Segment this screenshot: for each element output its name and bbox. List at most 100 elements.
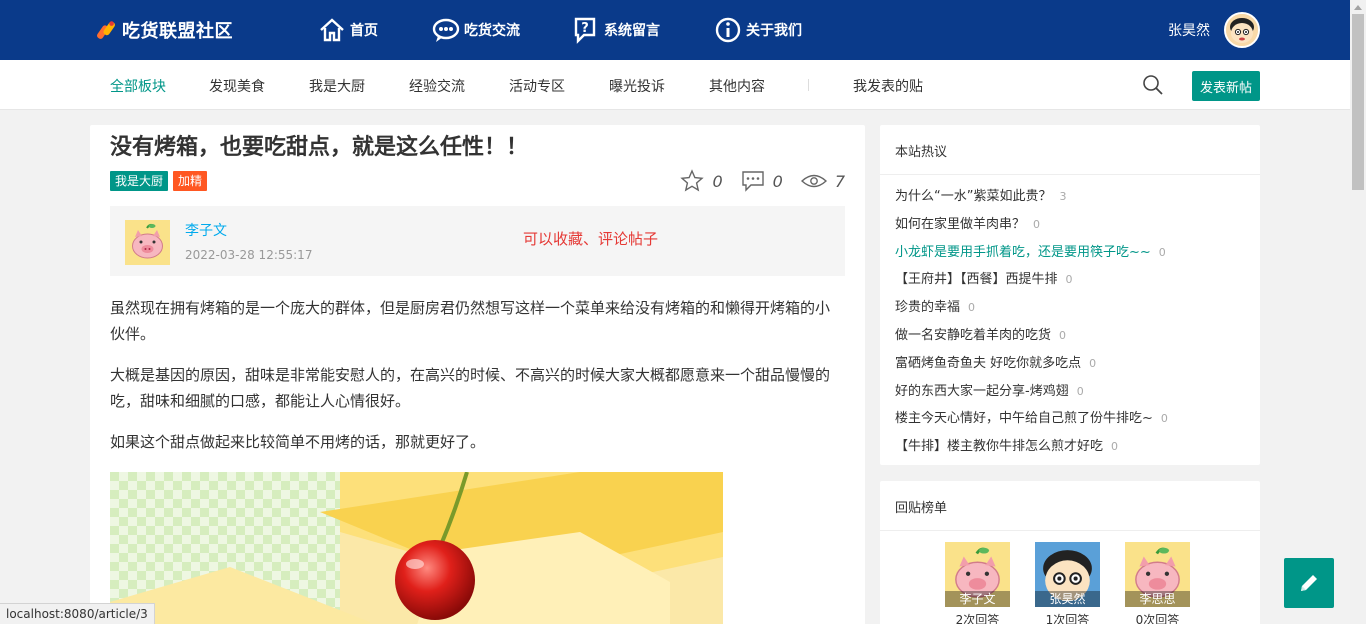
hot-topics-title: 本站热议 — [895, 145, 948, 160]
user-avatar[interactable] — [1224, 12, 1260, 48]
rank-user[interactable]: 李子文 2次回答 — [945, 542, 1010, 624]
hot-topic-item[interactable]: 好的东西大家一起分享-烤鸡翅 0 — [895, 380, 1084, 399]
logo-text: 吃货联盟社区 — [122, 21, 233, 42]
post-card: 没有烤箱，也要吃甜点，就是这么任性！！ 我是大厨 加精 0 0 7 李子文 20… — [90, 125, 865, 624]
rank-user-name: 张昊然 — [1035, 591, 1100, 607]
floating-edit-button[interactable] — [1284, 558, 1334, 608]
hot-topic-count: 0 — [1160, 412, 1168, 426]
nav-home-label: 首页 — [350, 23, 378, 39]
rank-user-name: 李思思 — [1125, 591, 1190, 607]
hot-topic-item[interactable]: 如何在家里做羊肉串？ 0 — [895, 213, 1040, 232]
site-logo[interactable]: 吃货联盟社区 — [96, 16, 233, 44]
hot-topic-count: 3 — [1059, 190, 1067, 203]
avatar: 李思思 — [1125, 542, 1190, 607]
nav-system-message[interactable]: ? 系统留言 — [572, 14, 660, 46]
rank-reply-count: 1次回答 — [1045, 613, 1090, 624]
hot-topic-title: 好的东西大家一起分享-烤鸡翅 — [895, 383, 1069, 399]
hot-topic-count: 0 — [1076, 384, 1084, 398]
view-count: 7 — [834, 171, 845, 191]
message-question-icon: ? — [574, 17, 596, 44]
nav-home[interactable]: 首页 — [318, 14, 378, 46]
tab-divider — [808, 79, 809, 91]
star-icon — [680, 169, 705, 192]
hot-topic-item[interactable]: 小龙虾是要用手抓着吃，还是要用筷子吃~~ 0 — [895, 241, 1166, 260]
nav-system-message-label: 系统留言 — [604, 23, 660, 39]
hot-topics-card: 本站热议 为什么“一水”紫菜如此贵？ 3 如何在家里做羊肉串？ 0 小龙虾是要用手抓着吃… — [880, 125, 1260, 465]
post-stats: 0 0 7 — [662, 169, 845, 193]
tab-all-boards[interactable]: 全部板块 — [110, 76, 166, 96]
cherry-cheese-illustration — [110, 472, 723, 624]
post-time: 2022-03-28 12:55:17 — [185, 248, 313, 262]
rank-reply-count: 0次回答 — [1135, 613, 1180, 624]
paragraph: 虽然现在拥有烤箱的是一个庞大的群体，但是厨房君仍然想写这样一个菜单来给没有烤箱的… — [110, 299, 831, 343]
scroll-up-icon[interactable] — [1354, 5, 1362, 10]
home-icon — [320, 18, 344, 42]
hot-topic-item[interactable]: 楼主今天心情好，中午给自己煎了份牛排吃~ 0 — [895, 407, 1168, 426]
paragraph: 大概是基因的原因，甜味是非常能安慰人的，在高兴的时候、不高兴的时候大家大概都愿意… — [110, 366, 831, 410]
tab-events[interactable]: 活动专区 — [509, 76, 565, 96]
cartoon-boy-avatar — [1226, 14, 1258, 46]
post-title: 没有烤箱，也要吃甜点，就是这么任性！！ — [110, 135, 529, 160]
post-image-cherry-cheese — [110, 472, 723, 624]
reply-ranking-card: 回贴榜单 李子文 2次回答 张昊然 1次回答 李思思 0次回答 — [880, 481, 1260, 624]
rank-user[interactable]: 李思思 0次回答 — [1125, 542, 1190, 624]
nav-foodie-chat[interactable]: 吃货交流 — [432, 14, 520, 46]
hot-topic-count: 0 — [968, 301, 976, 315]
avatar: 李子文 — [945, 542, 1010, 607]
pencil-icon — [1301, 575, 1317, 591]
hot-topic-item[interactable]: 珍贵的幸福 0 — [895, 296, 975, 315]
author-info: 李子文 2022-03-28 12:55:17 可以收藏、评论帖子 — [110, 206, 845, 276]
hot-topic-title: 【牛排】楼主教你牛排怎么煎才好吃 — [895, 439, 1104, 455]
nav-about-us-label: 关于我们 — [746, 23, 802, 39]
reply-ranking-title: 回贴榜单 — [895, 501, 948, 516]
tag-category[interactable]: 我是大厨 — [110, 171, 169, 191]
top-navbar: 吃货联盟社区 首页 吃货交流 ? 系统留言 关于我们 张昊然 — [0, 0, 1350, 60]
scrollbar-thumb[interactable] — [1352, 14, 1364, 190]
logo-icon — [97, 21, 115, 39]
nav-about-us[interactable]: 关于我们 — [714, 14, 802, 46]
hot-topic-title: 珍贵的幸福 — [895, 300, 961, 316]
hot-topic-title: 富硒烤鱼奇鱼夫 好吃你就多吃点 — [895, 355, 1082, 371]
avatar: 张昊然 — [1035, 542, 1100, 607]
search-icon[interactable] — [1142, 74, 1164, 96]
hot-topic-title: 小龙虾是要用手抓着吃，还是要用筷子吃~~ — [895, 244, 1151, 260]
rank-user-name: 李子文 — [945, 591, 1010, 607]
hot-topic-count: 0 — [1111, 440, 1119, 454]
hot-topic-count: 0 — [1033, 217, 1041, 231]
pig-avatar-icon — [125, 220, 170, 265]
hot-topic-item[interactable]: 为什么“一水”紫菜如此贵？ 3 — [895, 185, 1066, 204]
author-avatar[interactable] — [125, 220, 170, 265]
svg-text:?: ? — [581, 21, 589, 36]
hot-topic-item[interactable]: 富硒烤鱼奇鱼夫 好吃你就多吃点 0 — [895, 352, 1096, 371]
hot-topic-item[interactable]: 【牛排】楼主教你牛排怎么煎才好吃 0 — [895, 435, 1118, 454]
hot-topic-count: 0 — [1158, 245, 1166, 259]
hot-topic-title: 为什么“一水”紫菜如此贵？ — [895, 189, 1052, 204]
tab-complaints[interactable]: 曝光投诉 — [609, 76, 665, 96]
hot-topic-title: 【王府井】【西餐】西提牛排 — [895, 272, 1058, 288]
rank-user[interactable]: 张昊然 1次回答 — [1035, 542, 1100, 624]
card-divider — [880, 530, 1260, 531]
username[interactable]: 张昊然 — [1168, 20, 1210, 40]
tab-my-posts[interactable]: 我发表的贴 — [853, 76, 923, 96]
annotation-note: 可以收藏、评论帖子 — [523, 230, 659, 248]
comment-stat[interactable]: 0 — [741, 169, 783, 193]
tab-other[interactable]: 其他内容 — [709, 76, 765, 96]
view-stat: 7 — [800, 169, 845, 193]
paragraph: 如果这个甜点做起来比较简单不用烤的话，那就更好了。 — [110, 433, 486, 451]
hot-topic-item[interactable]: 【王府井】【西餐】西提牛排 0 — [895, 268, 1073, 287]
tag-featured: 加精 — [173, 171, 208, 191]
info-icon — [715, 17, 741, 43]
tab-i-am-chef[interactable]: 我是大厨 — [309, 76, 365, 96]
page-scrollbar[interactable] — [1350, 0, 1366, 624]
tab-discover-food[interactable]: 发现美食 — [209, 76, 265, 96]
browser-status-url: localhost:8080/article/3 — [0, 603, 155, 624]
hot-topic-title: 楼主今天心情好，中午给自己煎了份牛排吃~ — [895, 411, 1153, 427]
chat-icon — [432, 18, 460, 42]
author-name[interactable]: 李子文 — [185, 220, 227, 240]
tab-experience[interactable]: 经验交流 — [409, 76, 465, 96]
favorite-stat[interactable]: 0 — [680, 169, 723, 193]
hot-topic-item[interactable]: 做一名安静吃着羊肉的吃货 0 — [895, 324, 1066, 343]
eye-icon — [800, 174, 827, 188]
new-post-button[interactable]: 发表新帖 — [1192, 71, 1260, 101]
nav-foodie-chat-label: 吃货交流 — [464, 23, 520, 39]
